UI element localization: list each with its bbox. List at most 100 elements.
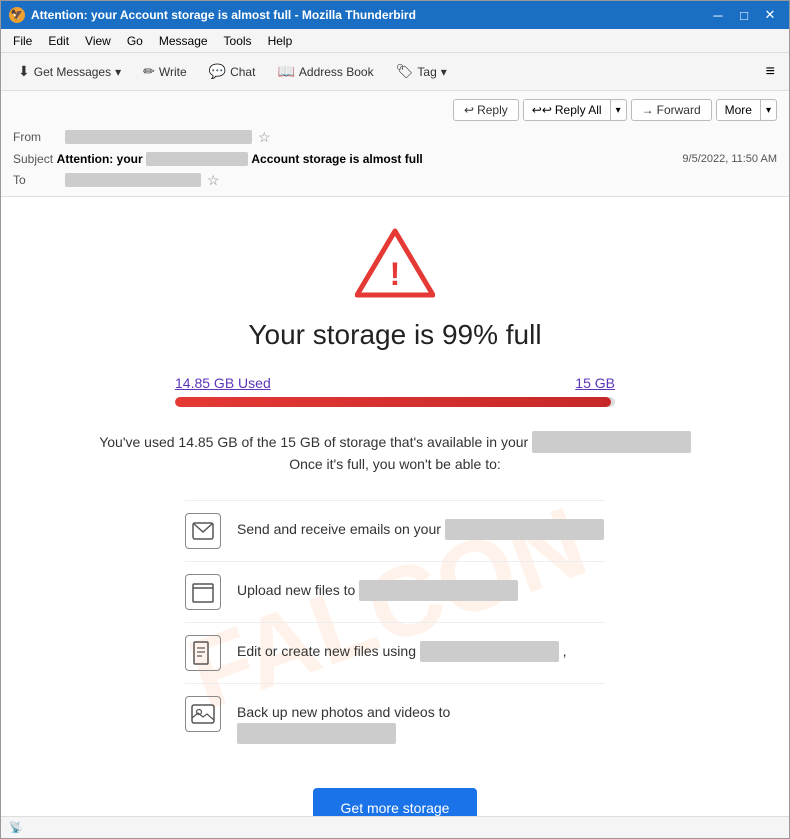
feature-text-photos: Back up new photos and videos to ███████… [237, 696, 605, 744]
email-header: ↩ Reply ↩↩ Reply All ▾ → Forward More ▾ [1, 91, 789, 197]
subject-label: Subject [13, 152, 53, 166]
write-icon: ✏ [143, 63, 155, 80]
app-icon: 🦅 [9, 7, 25, 23]
subject-bold: Attention: your [57, 152, 143, 166]
email-text-blurred: ████████████████ [445, 519, 604, 540]
tag-arrow[interactable]: ▾ [441, 65, 447, 79]
chat-label: Chat [230, 65, 255, 79]
maximize-button[interactable]: □ [733, 6, 755, 24]
warning-icon: ! [355, 227, 435, 299]
subject-blurred: ████████████ [146, 152, 248, 166]
menu-message[interactable]: Message [151, 32, 216, 50]
reply-all-main[interactable]: ↩↩ Reply All [524, 100, 611, 120]
get-messages-label: Get Messages [34, 65, 111, 79]
email-body[interactable]: FALCON ! Your storage is 99% full 14.85 … [1, 197, 789, 816]
to-star[interactable]: ☆ [207, 172, 220, 189]
reply-label: Reply [477, 103, 508, 117]
docs-text-post: , [563, 643, 567, 659]
get-messages-button[interactable]: ⬇ Get Messages ▾ [9, 59, 130, 84]
more-button: More ▾ [716, 99, 777, 121]
photos-feature-icon [185, 696, 221, 732]
from-row: From ██████████████████████ ☆ [13, 125, 777, 149]
reply-button[interactable]: ↩ Reply [453, 99, 519, 121]
minimize-button[interactable]: ─ [707, 6, 729, 24]
get-messages-arrow[interactable]: ▾ [115, 65, 121, 79]
from-value: ██████████████████████ [65, 130, 252, 144]
status-icon: 📡 [9, 821, 23, 834]
feature-text-files: Upload new files to ████████████████ [237, 574, 518, 601]
title-bar: 🦅 Attention: your Account storage is alm… [1, 1, 789, 29]
feature-list: Send and receive emails on your ████████… [185, 500, 605, 756]
to-value: ████████████████ [65, 173, 201, 187]
svg-text:!: ! [390, 256, 401, 292]
menu-bar: File Edit View Go Message Tools Help [1, 29, 789, 53]
from-label: From [13, 130, 65, 144]
progress-bar-bg [175, 397, 615, 407]
progress-bar-fill [175, 397, 611, 407]
to-label: To [13, 173, 65, 187]
main-title: Your storage is 99% full [85, 319, 705, 351]
body-text-2: Once it's full, you won't be able to: [289, 456, 501, 472]
tag-icon: 🏷 [396, 63, 414, 80]
window-title: Attention: your Account storage is almos… [31, 8, 416, 22]
title-bar-left: 🦅 Attention: your Account storage is alm… [9, 7, 416, 23]
subject-content: Subject Attention: your ████████████ Acc… [13, 151, 423, 166]
feature-text-docs: Edit or create new files using █████████… [237, 635, 567, 662]
tag-button[interactable]: 🏷 Tag ▾ [387, 59, 456, 84]
docs-text-blurred: ██████████████ [420, 641, 559, 662]
files-text-pre: Upload new files to [237, 582, 359, 598]
content-inner: ! Your storage is 99% full 14.85 GB Used… [85, 227, 705, 816]
window-controls: ─ □ ✕ [707, 6, 781, 24]
total-link[interactable]: 15 GB [575, 375, 615, 391]
toolbar-menu-icon[interactable]: ≡ [760, 61, 781, 83]
get-more-storage-button[interactable]: Get more storage [313, 788, 478, 816]
feature-text-email: Send and receive emails on your ████████… [237, 513, 604, 540]
body-text: You've used 14.85 GB of the 15 GB of sto… [85, 431, 705, 476]
app-window: 🦅 Attention: your Account storage is alm… [0, 0, 790, 839]
feature-item-docs: Edit or create new files using █████████… [185, 622, 605, 683]
menu-view[interactable]: View [77, 32, 119, 50]
docs-text-pre: Edit or create new files using [237, 643, 420, 659]
get-messages-icon: ⬇ [18, 63, 30, 80]
photos-text-pre: Back up new photos and videos to [237, 704, 450, 720]
docs-feature-icon [185, 635, 221, 671]
more-label: More [725, 103, 752, 117]
feature-item-email: Send and receive emails on your ████████… [185, 500, 605, 561]
chat-button[interactable]: 💬 Chat [200, 59, 265, 84]
more-main[interactable]: More [717, 100, 761, 120]
email-date: 9/5/2022, 11:50 AM [682, 153, 777, 165]
files-text-blurred: ████████████████ [359, 580, 518, 601]
feature-item-photos: Back up new photos and videos to ███████… [185, 683, 605, 756]
address-book-icon: 📖 [277, 63, 294, 80]
forward-button[interactable]: → Forward [631, 99, 712, 121]
email-feature-icon [185, 513, 221, 549]
body-text-1: You've used 14.85 GB of the 15 GB of sto… [99, 434, 528, 450]
close-button[interactable]: ✕ [759, 6, 781, 24]
menu-help[interactable]: Help [260, 32, 301, 50]
chat-icon: 💬 [209, 63, 226, 80]
menu-tools[interactable]: Tools [216, 32, 260, 50]
from-star[interactable]: ☆ [258, 129, 271, 146]
files-feature-icon [185, 574, 221, 610]
email-actions: ↩ Reply ↩↩ Reply All ▾ → Forward More ▾ [13, 95, 777, 125]
photos-text-blurred: ████████████████ [237, 723, 396, 744]
storage-labels: 14.85 GB Used 15 GB [175, 375, 615, 391]
write-button[interactable]: ✏ Write [134, 59, 196, 84]
subject-row: Subject Attention: your ████████████ Acc… [13, 149, 777, 168]
menu-go[interactable]: Go [119, 32, 151, 50]
write-label: Write [159, 65, 187, 79]
more-dropdown[interactable]: ▾ [761, 102, 776, 119]
subject-end: Account storage is almost full [251, 152, 422, 166]
address-book-button[interactable]: 📖 Address Book [268, 59, 382, 84]
email-text-pre: Send and receive emails on your [237, 521, 445, 537]
reply-all-label: Reply All [555, 103, 602, 117]
menu-file[interactable]: File [5, 32, 40, 50]
storage-section: 14.85 GB Used 15 GB [175, 375, 615, 407]
reply-icon: ↩ [464, 103, 474, 117]
reply-all-dropdown[interactable]: ▾ [611, 102, 626, 119]
reply-all-icon: ↩↩ [532, 103, 552, 117]
forward-label: Forward [657, 103, 701, 117]
email-content: FALCON ! Your storage is 99% full 14.85 … [45, 197, 745, 816]
used-link[interactable]: 14.85 GB Used [175, 375, 271, 391]
menu-edit[interactable]: Edit [40, 32, 77, 50]
